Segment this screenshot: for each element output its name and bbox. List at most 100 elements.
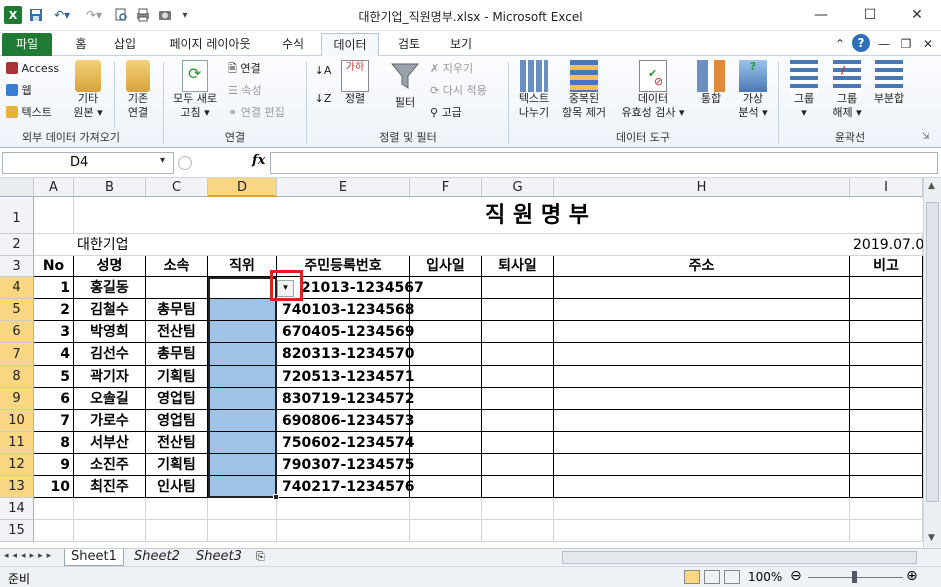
cell-H13[interactable] [554,476,850,498]
cell-H11[interactable] [554,432,850,454]
ungroup-button[interactable]: / 그룹 해제 ▾ [826,60,868,120]
cell-C3[interactable]: 소속 [146,256,208,277]
cell-I12[interactable] [850,454,923,476]
cell-D9[interactable] [208,388,277,410]
cell-E14[interactable] [277,498,410,520]
tab-insert[interactable]: 삽입 [108,33,142,56]
remove-duplicates-button[interactable]: 중복된 항목 제거 [556,60,612,120]
cell-D8[interactable] [208,366,277,388]
cell-I10[interactable] [850,410,923,432]
cell-D13[interactable] [208,476,277,498]
cell-E6[interactable]: 670405-1234569 [277,321,414,343]
cell-A11[interactable]: 8 [34,432,74,454]
cell-I2[interactable]: 2019.07.01현재 [850,234,923,256]
row-header-7[interactable]: 7 [0,343,34,366]
edit-links-button[interactable]: ⚭ 연결 편집 [228,106,308,120]
cell-I3[interactable]: 비고 [850,256,923,277]
zoom-out-icon[interactable]: ⊖ [790,568,802,584]
cell-D2[interactable] [208,234,277,256]
cell-G12[interactable] [482,454,554,476]
cell-C4[interactable] [146,277,208,299]
cell-A2[interactable] [34,234,74,256]
cell-E12[interactable]: 790307-1234575 [277,454,414,476]
cell-C10[interactable]: 영업팀 [146,410,208,432]
cell-C12[interactable]: 기획팀 [146,454,208,476]
refresh-all-button[interactable]: ⟳ 모두 새로 고침 ▾ [168,60,222,120]
workbook-minimize-icon[interactable]: — [876,35,892,53]
cell-A5[interactable]: 2 [34,299,74,321]
cell-A14[interactable] [34,498,74,520]
cell-A12[interactable]: 9 [34,454,74,476]
cell-G10[interactable] [482,410,554,432]
connections-button[interactable]: 🗎 연결 [228,62,308,76]
cell-A10[interactable]: 7 [34,410,74,432]
cell-D4[interactable] [208,277,277,299]
reapply-button[interactable]: ⟳ 다시 적용 [430,84,510,98]
cell-E7[interactable]: 820313-1234570 [277,343,414,366]
tab-review[interactable]: 검토 [392,33,426,56]
cell-B5[interactable]: 김철수 [74,299,146,321]
cell-F3[interactable]: 입사일 [410,256,482,277]
cell-F6[interactable] [410,321,482,343]
sheet-nav-icon[interactable]: ◂◂◂▸▸▸ [4,551,55,561]
cell-C6[interactable]: 전산팀 [146,321,208,343]
sheet-tab-2[interactable]: Sheet2 [128,549,186,566]
row-header-11[interactable]: 11 [0,432,34,454]
cell-G13[interactable] [482,476,554,498]
maximize-button[interactable]: ☐ [850,4,890,26]
sort-button[interactable]: 가하 정렬 [338,60,372,106]
normal-view-icon[interactable] [684,570,700,584]
col-header-G[interactable]: G [482,178,554,197]
cell-F8[interactable] [410,366,482,388]
col-header-A[interactable]: A [34,178,74,197]
col-header-B[interactable]: B [74,178,146,197]
cell-B2[interactable]: 대한기업 [74,234,146,256]
sort-ascending-button[interactable]: ↓A [312,64,334,78]
tab-formulas[interactable]: 수식 [276,33,310,56]
cell-I14[interactable] [850,498,923,520]
cell-D14[interactable] [208,498,277,520]
other-sources-button[interactable]: 기타 원본 ▾ [68,60,108,120]
properties-button[interactable]: ☰ 속성 [228,84,308,98]
row-header-14[interactable]: 14 [0,498,34,520]
cell-A8[interactable]: 5 [34,366,74,388]
cell-C2[interactable] [146,234,208,256]
row-header-12[interactable]: 12 [0,454,34,476]
cell-G8[interactable] [482,366,554,388]
cell-A13[interactable]: 10 [34,476,74,498]
cell-C11[interactable]: 전산팀 [146,432,208,454]
cell-G4[interactable] [482,277,554,299]
help-icon[interactable]: ? [852,34,870,52]
row-header-5[interactable]: 5 [0,299,34,321]
row-header-2[interactable]: 2 [0,234,34,256]
row-header-10[interactable]: 10 [0,410,34,432]
col-header-D[interactable]: D [208,178,277,197]
cell-E8[interactable]: 720513-1234571 [277,366,414,388]
cell-H6[interactable] [554,321,850,343]
cell-C7[interactable]: 총무팀 [146,343,208,366]
clear-filter-button[interactable]: ✗ 지우기 [430,62,510,76]
cell-E9[interactable]: 830719-1234572 [277,388,414,410]
cell-H7[interactable] [554,343,850,366]
page-layout-view-icon[interactable] [704,570,720,584]
workbook-restore-icon[interactable]: ❐ [898,35,914,53]
row-header-6[interactable]: 6 [0,321,34,343]
cell-F4[interactable] [410,277,482,299]
cell-E2[interactable] [277,234,410,256]
row-header-15[interactable]: 15 [0,520,34,542]
cell-H2[interactable] [554,234,850,256]
cell-F7[interactable] [410,343,482,366]
workbook-close-icon[interactable]: ✕ [920,35,936,53]
cell-F9[interactable] [410,388,482,410]
cell-F14[interactable] [410,498,482,520]
subtotal-button[interactable]: 부분합 [868,60,910,106]
cell-A6[interactable]: 3 [34,321,74,343]
fill-handle[interactable] [273,494,279,500]
cell-A9[interactable]: 6 [34,388,74,410]
text-import-button[interactable]: 텍스트 [6,106,66,120]
name-box-dropdown-icon[interactable]: ▾ [160,155,165,166]
cell-E15[interactable] [277,520,410,542]
cell-B12[interactable]: 소진주 [74,454,146,476]
row-header-9[interactable]: 9 [0,388,34,410]
col-header-I[interactable]: I [850,178,923,197]
